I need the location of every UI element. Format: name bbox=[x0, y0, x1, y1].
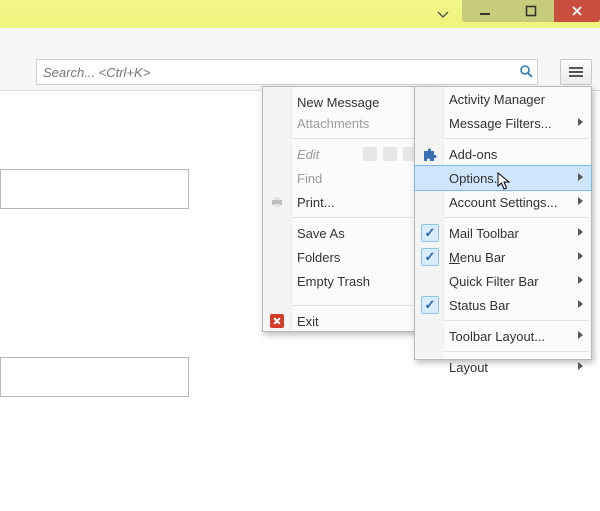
submenu-message-filters[interactable]: Message Filters... bbox=[415, 111, 591, 135]
menu-label: Empty Trash bbox=[297, 274, 370, 289]
title-bar bbox=[0, 0, 600, 29]
submenu-arrow-icon bbox=[578, 197, 583, 205]
submenu-account-settings[interactable]: Account Settings... bbox=[415, 190, 591, 214]
menu-attachments: Attachments bbox=[263, 111, 433, 135]
submenu-mail-toolbar[interactable]: ✓ Mail Toolbar bbox=[415, 221, 591, 245]
window-minimize-button[interactable] bbox=[462, 0, 508, 22]
submenu-arrow-icon bbox=[578, 252, 583, 260]
window-close-button[interactable] bbox=[554, 0, 600, 22]
submenu-arrow-icon bbox=[578, 362, 583, 370]
submenu-arrow-icon bbox=[578, 173, 583, 181]
menu-label: Mail Toolbar bbox=[449, 226, 519, 241]
menu-edit: Edit bbox=[263, 142, 433, 166]
search-input[interactable] bbox=[37, 61, 515, 83]
menu-label: Options... bbox=[449, 171, 505, 186]
menu-label: Find bbox=[297, 171, 322, 186]
submenu-arrow-icon bbox=[578, 300, 583, 308]
submenu-add-ons[interactable]: Add-ons bbox=[415, 142, 591, 166]
menu-label: Save As bbox=[297, 226, 345, 241]
check-icon: ✓ bbox=[421, 224, 439, 242]
menu-exit[interactable]: Exit bbox=[263, 309, 433, 333]
submenu-toolbar-layout[interactable]: Toolbar Layout... bbox=[415, 324, 591, 348]
submenu-quick-filter-bar[interactable]: Quick Filter Bar bbox=[415, 269, 591, 293]
exit-icon bbox=[269, 313, 285, 329]
menu-label: Status Bar bbox=[449, 298, 510, 313]
menu-label: Exit bbox=[297, 314, 319, 329]
menu-label: Activity Manager bbox=[449, 92, 545, 107]
menu-print[interactable]: Print... bbox=[263, 190, 433, 214]
titlebar-dropdown-icon[interactable] bbox=[436, 8, 450, 22]
submenu-status-bar[interactable]: ✓ Status Bar bbox=[415, 293, 591, 317]
submenu-options[interactable]: Options... bbox=[414, 165, 592, 191]
submenu-layout[interactable]: Layout bbox=[415, 355, 591, 379]
menu-label: Message Filters... bbox=[449, 116, 552, 131]
menu-label: Toolbar Layout... bbox=[449, 329, 545, 344]
search-icon[interactable] bbox=[515, 64, 537, 81]
content-pane bbox=[0, 357, 189, 397]
options-submenu: Activity Manager Message Filters... Add-… bbox=[414, 86, 592, 360]
window-restore-button[interactable] bbox=[508, 0, 554, 22]
menu-find: Find bbox=[263, 166, 433, 190]
puzzle-icon bbox=[421, 146, 437, 165]
submenu-activity-manager[interactable]: Activity Manager bbox=[415, 87, 591, 111]
menu-folders[interactable]: Folders bbox=[263, 245, 433, 269]
menu-label: Attachments bbox=[297, 116, 369, 131]
menu-label: New Message bbox=[297, 95, 379, 110]
check-icon: ✓ bbox=[421, 296, 439, 314]
menu-label: Edit bbox=[297, 147, 319, 162]
menu-label: Menu Bar bbox=[449, 250, 505, 265]
check-icon: ✓ bbox=[421, 248, 439, 266]
submenu-menu-bar[interactable]: ✓ Menu Bar bbox=[415, 245, 591, 269]
search-box[interactable] bbox=[36, 59, 538, 85]
submenu-arrow-icon bbox=[578, 331, 583, 339]
menu-label: Folders bbox=[297, 250, 340, 265]
app-menu: New Message Attachments Edit Find Print.… bbox=[262, 86, 434, 332]
printer-icon bbox=[269, 194, 285, 210]
menu-save-as[interactable]: Save As bbox=[263, 221, 433, 245]
menu-empty-trash[interactable]: Empty Trash bbox=[263, 269, 433, 293]
menu-label: Print... bbox=[297, 195, 335, 210]
edit-action-icons bbox=[363, 147, 417, 161]
submenu-arrow-icon bbox=[578, 118, 583, 126]
menu-label: Layout bbox=[449, 360, 488, 375]
app-window: New Message Attachments Edit Find Print.… bbox=[0, 0, 600, 511]
hamburger-icon bbox=[569, 67, 583, 77]
submenu-arrow-icon bbox=[578, 228, 583, 236]
tab-strip bbox=[0, 28, 600, 55]
submenu-arrow-icon bbox=[578, 276, 583, 284]
content-pane bbox=[0, 169, 189, 209]
menu-label: Add-ons bbox=[449, 147, 497, 162]
menu-label: Quick Filter Bar bbox=[449, 274, 539, 289]
hamburger-menu-button[interactable] bbox=[560, 59, 592, 85]
menu-label: Account Settings... bbox=[449, 195, 557, 210]
